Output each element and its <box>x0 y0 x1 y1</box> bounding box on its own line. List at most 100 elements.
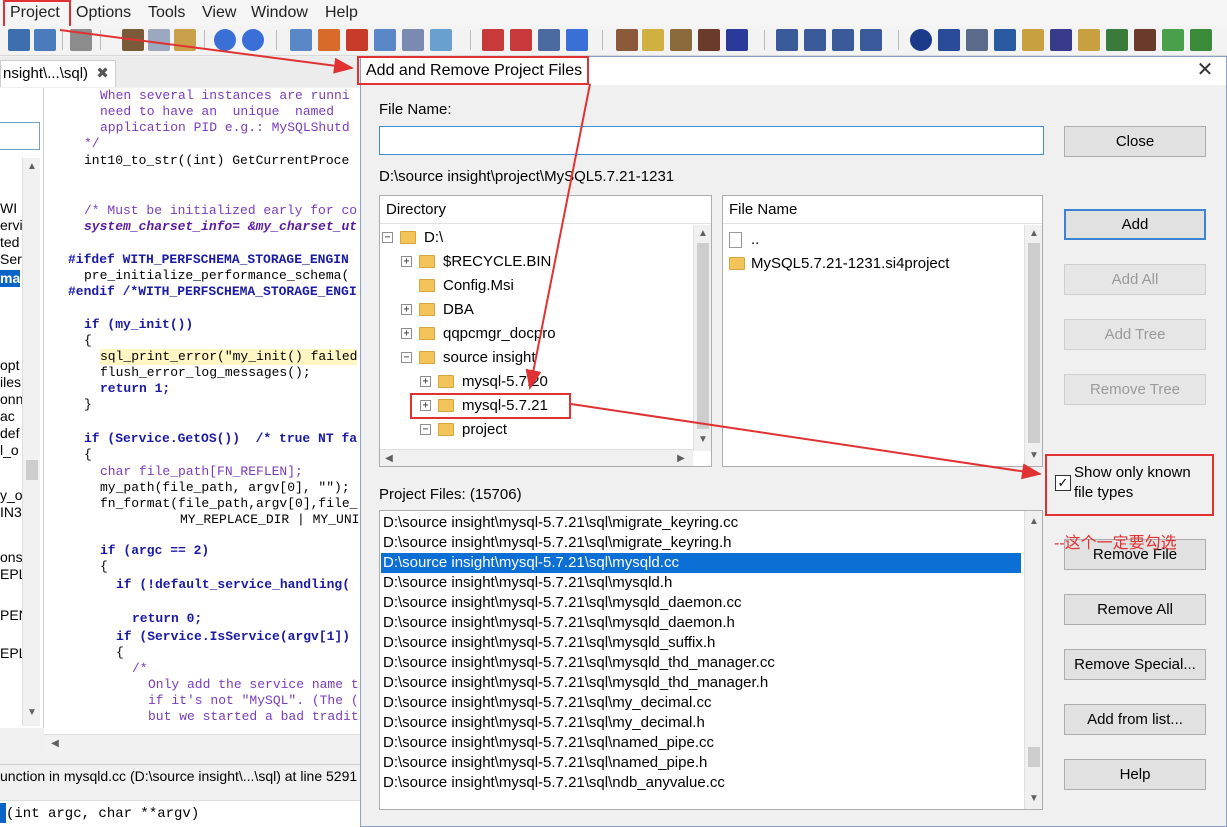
project-file-row[interactable]: D:\source insight\mysql-5.7.21\sql\mysql… <box>381 633 1021 653</box>
redo-icon[interactable] <box>242 29 264 51</box>
add-tree-button[interactable]: Add Tree <box>1064 319 1206 350</box>
print-icon[interactable] <box>70 29 92 51</box>
scroll-down-icon[interactable]: ▼ <box>1025 447 1042 464</box>
bird-icon[interactable] <box>1134 29 1156 51</box>
lookup-icon[interactable] <box>374 29 396 51</box>
project-file-row[interactable]: D:\source insight\mysql-5.7.21\sql\mysql… <box>381 573 1021 593</box>
symbol-list-item[interactable]: ons <box>0 549 23 566</box>
remove-tree-button[interactable]: Remove Tree <box>1064 374 1206 405</box>
expand-icon[interactable]: + <box>401 304 412 315</box>
symbol-list-item[interactable]: ac <box>0 408 15 425</box>
save-icon[interactable] <box>8 29 30 51</box>
scroll-up-icon[interactable]: ▲ <box>1025 225 1042 242</box>
split-icon[interactable] <box>832 29 854 51</box>
symbol-list-item[interactable]: WI <box>0 200 17 217</box>
project-file-row[interactable]: D:\source insight\mysql-5.7.21\sql\migra… <box>381 513 1021 533</box>
cut-icon[interactable] <box>122 29 144 51</box>
scroll-up-icon[interactable]: ▲ <box>1025 513 1042 530</box>
symbol-list-item[interactable]: ted <box>0 234 19 251</box>
directory-tree[interactable]: Directory − D:\ + $RECYCLE.BIN Config.Msi + DB… <box>379 195 712 467</box>
web-icon[interactable] <box>430 29 452 51</box>
project-files-list[interactable]: D:\source insight\mysql-5.7.21\sql\migra… <box>379 510 1043 810</box>
symbol-filter-input[interactable] <box>0 122 40 150</box>
scroll-thumb[interactable] <box>26 460 38 480</box>
file-name-input[interactable] <box>379 126 1044 155</box>
add-all-button[interactable]: Add All <box>1064 264 1206 295</box>
project-file-row[interactable]: D:\source insight\mysql-5.7.21\sql\mysql… <box>381 593 1021 613</box>
search-icon[interactable] <box>290 29 312 51</box>
collapse-icon[interactable]: − <box>382 232 393 243</box>
file-name-list[interactable]: File Name .. MySQL5.7.21-1231.si4project… <box>722 195 1043 467</box>
symbol-list-item[interactable]: iles <box>0 374 21 391</box>
star-icon[interactable] <box>566 29 588 51</box>
collapse-icon[interactable]: − <box>401 352 412 363</box>
menu-tools[interactable]: Tools <box>144 2 189 24</box>
code-editor[interactable]: When several instances are runni need to… <box>44 88 360 736</box>
project-file-row[interactable]: D:\source insight\mysql-5.7.21\sql\named… <box>381 733 1021 753</box>
symbol-list-item[interactable]: IN3 <box>0 504 22 521</box>
undo-icon[interactable] <box>214 29 236 51</box>
symbol-list-item[interactable]: y_o <box>0 487 23 504</box>
scroll-thumb[interactable] <box>697 243 709 429</box>
book-icon[interactable] <box>670 29 692 51</box>
menu-window[interactable]: Window <box>247 2 312 24</box>
menu-options[interactable]: Options <box>72 2 135 24</box>
menu-help[interactable]: Help <box>321 2 362 24</box>
symbol-list-item[interactable]: ma <box>0 270 21 287</box>
project-file-row[interactable]: D:\source insight\mysql-5.7.21\sql\ndb_a… <box>381 773 1021 793</box>
project-file-row[interactable]: D:\source insight\mysql-5.7.21\sql\named… <box>381 753 1021 773</box>
context-icon[interactable] <box>1050 29 1072 51</box>
scroll-down-icon[interactable]: ▼ <box>694 431 711 448</box>
save-all-icon[interactable] <box>34 29 56 51</box>
jump-down-icon[interactable] <box>346 29 368 51</box>
sync-icon[interactable] <box>938 29 960 51</box>
bookmark-next-icon[interactable] <box>510 29 532 51</box>
project-file-row[interactable]: D:\source insight\mysql-5.7.21\sql\mysql… <box>381 653 1021 673</box>
project-file-row[interactable]: D:\source insight\mysql-5.7.21\sql\mysql… <box>381 613 1021 633</box>
folder-tool-icon[interactable] <box>1078 29 1100 51</box>
function-icon[interactable] <box>698 29 720 51</box>
copy-icon[interactable] <box>148 29 170 51</box>
symbol-pane-scrollbar[interactable]: ▲ ▼ <box>22 158 40 726</box>
scroll-left-icon[interactable]: ◀ <box>46 735 64 752</box>
directory-vertical-scrollbar[interactable]: ▲ ▼ <box>693 225 711 451</box>
symbol-icon[interactable] <box>994 29 1016 51</box>
project-icon[interactable] <box>910 29 932 51</box>
scroll-left-icon[interactable]: ◀ <box>380 450 398 466</box>
add-button[interactable]: Add <box>1064 209 1206 240</box>
help-context-icon[interactable] <box>642 29 664 51</box>
remove-all-button[interactable]: Remove All <box>1064 594 1206 625</box>
tree-icon[interactable] <box>966 29 988 51</box>
symbol-list-item[interactable]: l_o <box>0 442 19 459</box>
project-file-row[interactable]: D:\source insight\mysql-5.7.21\sql\mysql… <box>381 673 1021 693</box>
scroll-right-icon[interactable]: ▶ <box>672 450 690 466</box>
expand-icon[interactable]: + <box>401 256 412 267</box>
editor-tab[interactable]: nsight\...\sql) ✖ <box>0 60 116 87</box>
replace-icon[interactable] <box>402 29 424 51</box>
bookmark-prev-icon[interactable] <box>482 29 504 51</box>
window-layout-icon[interactable] <box>776 29 798 51</box>
hand-icon[interactable] <box>616 29 638 51</box>
project-file-row[interactable]: D:\source insight\mysql-5.7.21\sql\my_de… <box>381 713 1021 733</box>
scroll-up-icon[interactable]: ▲ <box>23 158 41 175</box>
editor-horizontal-scrollbar[interactable]: ◀ <box>44 734 360 752</box>
paste-icon[interactable] <box>174 29 196 51</box>
tab-close-icon[interactable]: ✖ <box>96 65 109 82</box>
scroll-down-icon[interactable]: ▼ <box>23 704 41 721</box>
grid-icon[interactable] <box>1190 29 1212 51</box>
expand-icon[interactable]: + <box>420 376 431 387</box>
add-from-list-button[interactable]: Add from list... <box>1064 704 1206 735</box>
directory-horizontal-scrollbar[interactable]: ◀ ▶ <box>380 449 693 466</box>
expand-icon[interactable]: + <box>401 328 412 339</box>
project-file-row[interactable]: D:\source insight\mysql-5.7.21\sql\mysql… <box>381 553 1021 573</box>
project-files-scrollbar[interactable]: ▲ ▼ <box>1024 511 1042 809</box>
scroll-up-icon[interactable]: ▲ <box>694 225 711 242</box>
symbol-list-item[interactable]: opt <box>0 357 19 374</box>
scroll-thumb[interactable] <box>1028 243 1040 443</box>
panel-icon[interactable] <box>804 29 826 51</box>
close-icon[interactable]: ✕ <box>1194 60 1216 82</box>
project-file-row[interactable]: D:\source insight\mysql-5.7.21\sql\migra… <box>381 533 1021 553</box>
scroll-thumb[interactable] <box>1028 747 1040 767</box>
project-file-row[interactable]: D:\source insight\mysql-5.7.21\sql\my_de… <box>381 693 1021 713</box>
remove-special-button[interactable]: Remove Special... <box>1064 649 1206 680</box>
